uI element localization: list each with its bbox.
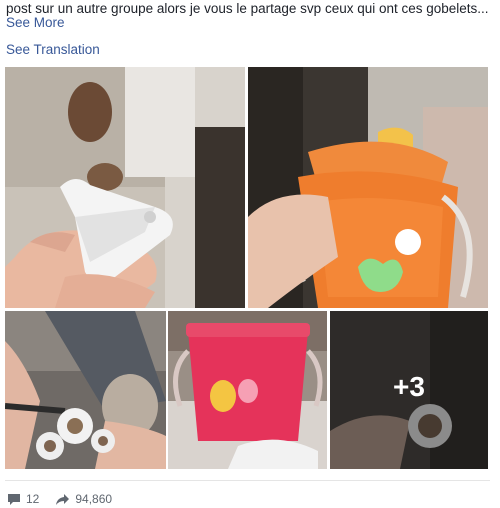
comment-icon	[8, 493, 20, 505]
photo-pink-cup[interactable]	[168, 311, 327, 469]
share-icon	[56, 493, 70, 505]
photo-valve-parts[interactable]	[5, 311, 166, 469]
footer-divider	[5, 480, 490, 481]
photo-white-valve[interactable]	[5, 67, 245, 308]
comments-stat[interactable]: 12	[7, 492, 39, 506]
share-count: 94,860	[75, 492, 113, 506]
shares-stat[interactable]: 94,860	[55, 492, 112, 506]
photo-orange-cup[interactable]	[248, 67, 488, 308]
more-photos-count: +3	[393, 371, 425, 402]
photo-grid: +3	[0, 0, 500, 508]
comment-count: 12	[26, 492, 40, 506]
post-footer: 12 94,860	[7, 491, 128, 507]
photo-more[interactable]: +3	[330, 311, 488, 469]
